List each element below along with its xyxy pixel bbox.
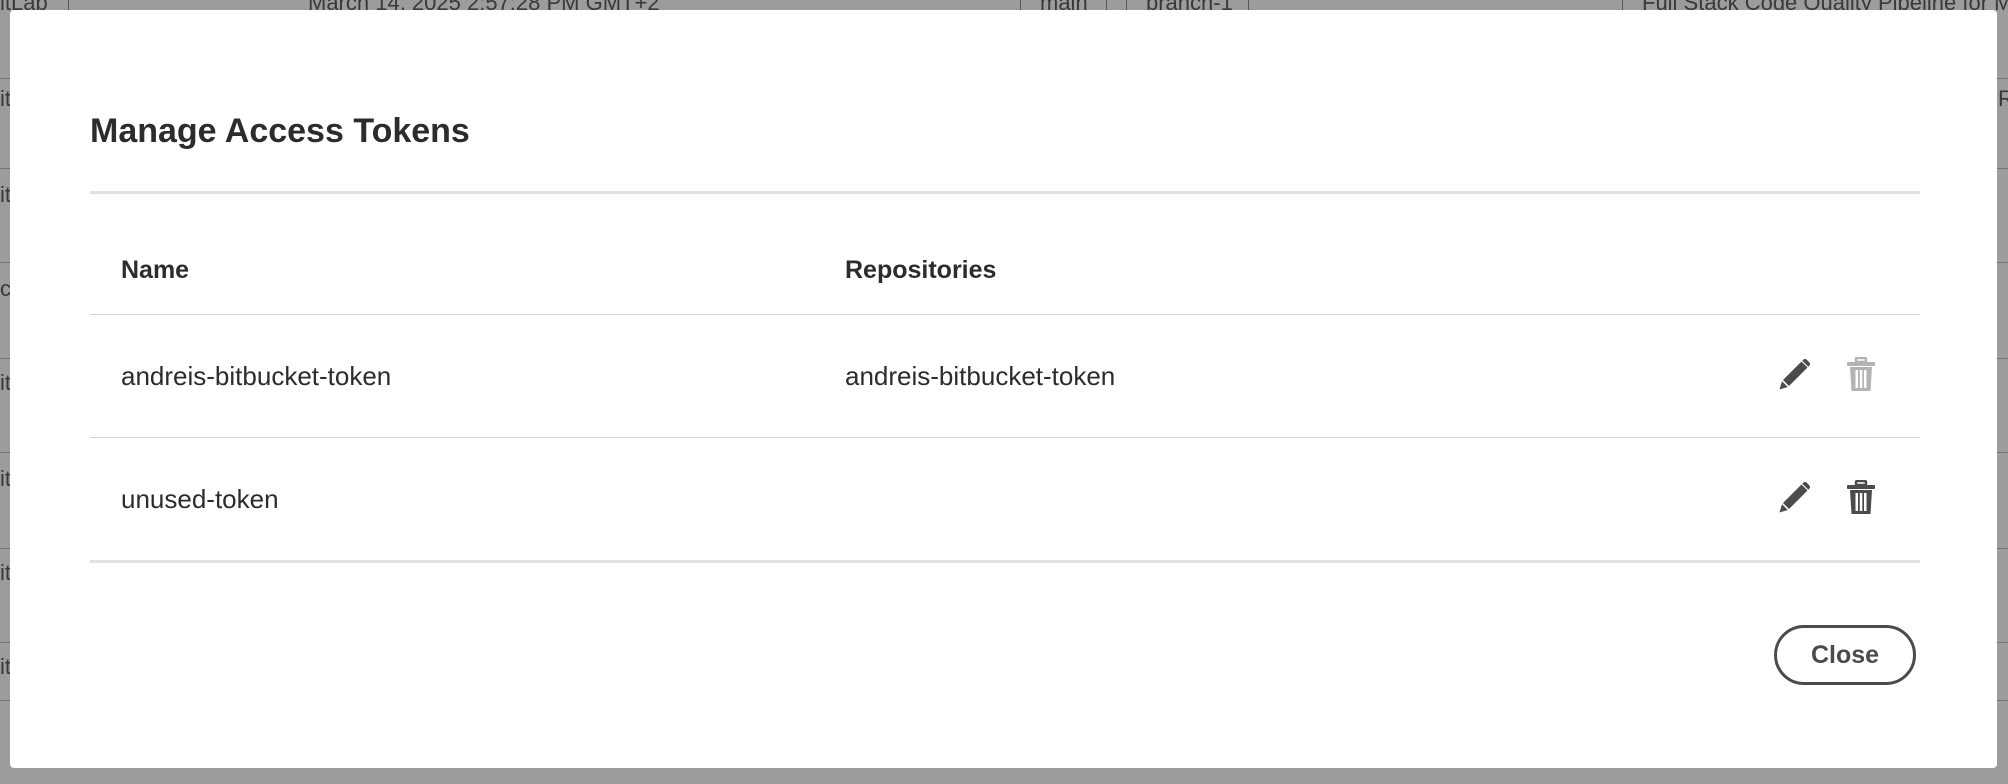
token-repositories: andreis-bitbucket-token <box>845 361 1116 391</box>
trash-icon <box>1847 480 1875 514</box>
delete-token-button[interactable] <box>1841 478 1881 518</box>
edit-token-button[interactable] <box>1774 355 1814 395</box>
table-header: Name Repositories <box>90 194 1920 315</box>
edit-token-button[interactable] <box>1774 478 1814 518</box>
dialog-title: Manage Access Tokens <box>90 112 470 150</box>
token-name: andreis-bitbucket-token <box>121 361 392 391</box>
table-row: andreis-bitbucket-token andreis-bitbucke… <box>90 315 1920 438</box>
manage-access-tokens-dialog: Manage Access Tokens Name Repositories a… <box>10 10 1997 768</box>
delete-token-button[interactable] <box>1841 355 1881 395</box>
tokens-table: Name Repositories andreis-bitbucket-toke… <box>90 194 1920 563</box>
column-header-name: Name <box>121 256 190 284</box>
pencil-icon <box>1779 358 1811 390</box>
pencil-icon <box>1779 481 1811 513</box>
column-header-repositories: Repositories <box>845 256 997 284</box>
token-name: unused-token <box>121 484 279 514</box>
table-row: unused-token <box>90 438 1920 563</box>
close-button[interactable]: Close <box>1774 625 1916 685</box>
trash-icon <box>1847 357 1875 391</box>
